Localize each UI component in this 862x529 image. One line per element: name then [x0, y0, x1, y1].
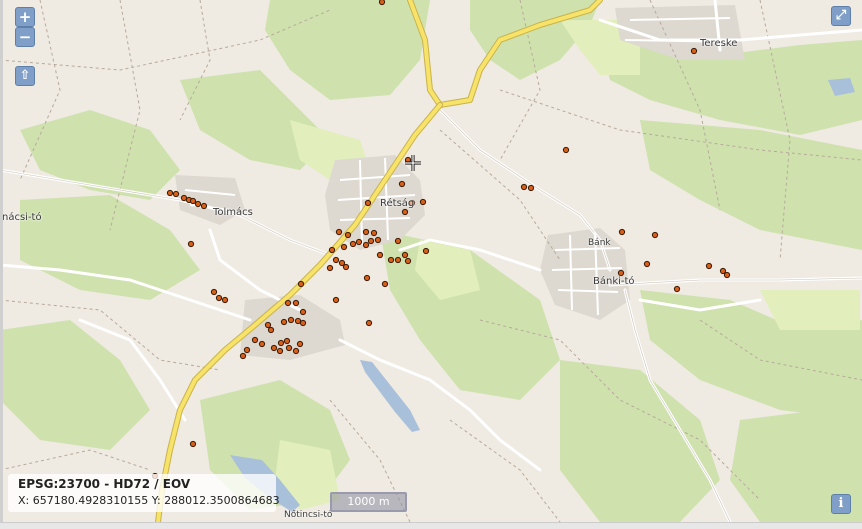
- point-marker[interactable]: [673, 285, 681, 293]
- point-marker[interactable]: [292, 299, 300, 307]
- point-marker[interactable]: [335, 228, 343, 236]
- place-label-tereske: Tereske: [700, 38, 738, 49]
- point-marker[interactable]: [562, 146, 570, 154]
- zoom-out-button[interactable]: −: [15, 27, 35, 47]
- map-view[interactable]: + − ⇧ ⤢ i Tereske Rétság Tolmács nácsi-t…: [0, 0, 862, 529]
- point-marker[interactable]: [344, 231, 352, 239]
- point-marker[interactable]: [362, 228, 370, 236]
- point-marker[interactable]: [332, 256, 340, 264]
- bottom-frame-edge: [0, 522, 862, 529]
- point-marker[interactable]: [367, 237, 375, 245]
- point-marker[interactable]: [401, 251, 409, 259]
- point-marker[interactable]: [180, 194, 188, 202]
- pan-up-button[interactable]: ⇧: [15, 66, 35, 86]
- place-label-banki-to: Bánki-tó: [593, 276, 635, 287]
- point-marker[interactable]: [340, 243, 348, 251]
- point-marker[interactable]: [349, 240, 357, 248]
- point-marker[interactable]: [394, 256, 402, 264]
- info-button[interactable]: i: [831, 494, 851, 514]
- point-marker[interactable]: [355, 238, 363, 246]
- point-marker[interactable]: [394, 237, 402, 245]
- point-marker[interactable]: [326, 264, 334, 272]
- point-marker[interactable]: [398, 180, 406, 188]
- point-marker[interactable]: [363, 274, 371, 282]
- place-label-notincsi-to: Nőtincsi-tó: [284, 510, 333, 520]
- point-marker[interactable]: [258, 340, 266, 348]
- point-marker[interactable]: [210, 288, 218, 296]
- point-marker[interactable]: [651, 231, 659, 239]
- point-marker[interactable]: [172, 190, 180, 198]
- point-marker[interactable]: [299, 308, 307, 316]
- zoom-in-button[interactable]: +: [15, 7, 35, 27]
- point-marker[interactable]: [643, 260, 651, 268]
- point-marker[interactable]: [287, 316, 295, 324]
- point-marker[interactable]: [342, 263, 350, 271]
- place-label-bank: Bánk: [588, 238, 611, 248]
- point-marker[interactable]: [705, 262, 713, 270]
- point-marker[interactable]: [194, 200, 202, 208]
- point-marker[interactable]: [422, 247, 430, 255]
- map-base-layer: [0, 0, 862, 525]
- point-marker[interactable]: [267, 326, 275, 334]
- point-marker[interactable]: [690, 47, 698, 55]
- point-marker[interactable]: [221, 296, 229, 304]
- point-marker[interactable]: [618, 228, 626, 236]
- point-marker[interactable]: [285, 344, 293, 352]
- projection-label: EPSG:23700 - HD72 / EOV: [18, 477, 191, 491]
- point-marker[interactable]: [381, 280, 389, 288]
- point-marker[interactable]: [370, 229, 378, 237]
- point-marker[interactable]: [723, 271, 731, 279]
- point-marker[interactable]: [292, 347, 300, 355]
- coordinate-readout: X: 657180.4928310155 Y: 288012.350086468…: [18, 494, 280, 507]
- point-marker[interactable]: [378, 0, 386, 6]
- point-marker[interactable]: [296, 340, 304, 348]
- point-marker[interactable]: [187, 240, 195, 248]
- point-marker[interactable]: [362, 241, 370, 249]
- point-marker[interactable]: [294, 317, 302, 325]
- point-marker[interactable]: [276, 347, 284, 355]
- fullscreen-button[interactable]: ⤢: [831, 6, 851, 26]
- point-marker[interactable]: [270, 344, 278, 352]
- point-marker[interactable]: [374, 236, 382, 244]
- point-marker[interactable]: [251, 336, 259, 344]
- point-marker[interactable]: [215, 294, 223, 302]
- point-marker[interactable]: [365, 319, 373, 327]
- coordinate-panel: EPSG:23700 - HD72 / EOV X: 657180.492831…: [8, 474, 280, 512]
- point-marker[interactable]: [617, 269, 625, 277]
- point-marker[interactable]: [527, 184, 535, 192]
- point-marker[interactable]: [277, 339, 285, 347]
- point-marker[interactable]: [284, 299, 292, 307]
- point-marker[interactable]: [364, 199, 372, 207]
- point-marker[interactable]: [280, 318, 288, 326]
- point-marker[interactable]: [239, 352, 247, 360]
- point-marker[interactable]: [189, 440, 197, 448]
- point-marker[interactable]: [404, 257, 412, 265]
- point-marker[interactable]: [387, 256, 395, 264]
- point-marker[interactable]: [299, 319, 307, 327]
- point-marker[interactable]: [332, 296, 340, 304]
- point-marker[interactable]: [376, 251, 384, 259]
- place-label-tolmacs: Tolmács: [213, 207, 253, 218]
- scale-bar: 1000 m: [330, 492, 407, 512]
- point-marker[interactable]: [419, 198, 427, 206]
- point-marker[interactable]: [189, 197, 197, 205]
- point-marker[interactable]: [297, 280, 305, 288]
- point-marker[interactable]: [328, 246, 336, 254]
- move-cursor-icon: [405, 155, 421, 171]
- point-marker[interactable]: [401, 208, 409, 216]
- place-label-retsag: Rétság: [380, 198, 415, 209]
- point-marker[interactable]: [520, 183, 528, 191]
- point-marker[interactable]: [243, 346, 251, 354]
- left-frame-edge: [0, 0, 3, 522]
- point-marker[interactable]: [166, 189, 174, 197]
- place-label-tolmacsi-to: nácsi-tó: [2, 212, 42, 223]
- point-marker[interactable]: [200, 202, 208, 210]
- point-marker[interactable]: [283, 337, 291, 345]
- point-marker[interactable]: [264, 321, 272, 329]
